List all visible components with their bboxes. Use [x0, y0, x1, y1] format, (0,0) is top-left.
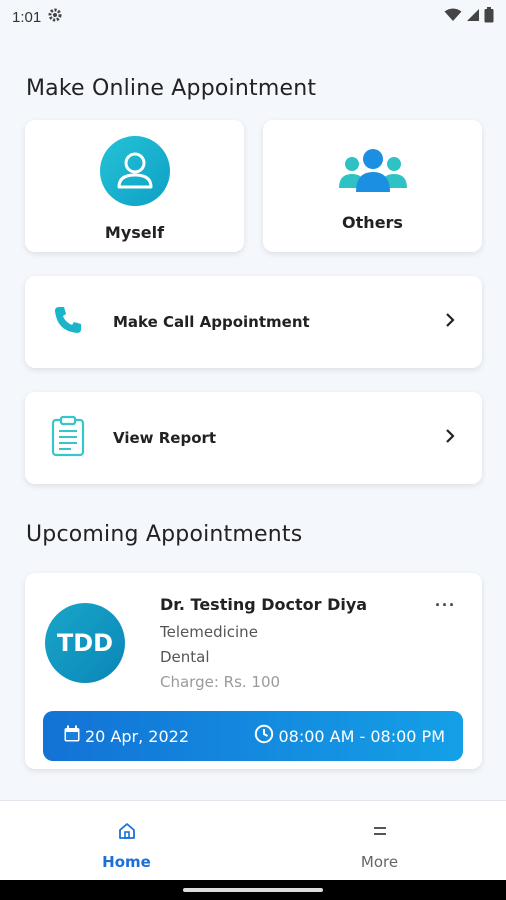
- calendar-icon: [63, 725, 81, 747]
- section-title-upcoming: Upcoming Appointments: [26, 522, 303, 547]
- home-icon: [117, 821, 137, 845]
- appointment-date-text: 20 Apr, 2022: [85, 726, 190, 746]
- myself-label: Myself: [104, 223, 165, 242]
- group-icon: [337, 148, 409, 203]
- make-call-appointment-button[interactable]: Make Call Appointment: [25, 276, 482, 368]
- appointment-card[interactable]: TDD Dr. Testing Doctor Diya ··· Telemedi…: [25, 573, 482, 769]
- clock-icon: [254, 724, 274, 748]
- bottom-navigation: Home More: [0, 800, 506, 880]
- gear-icon: [47, 7, 63, 27]
- make-call-appointment-label: Make Call Appointment: [113, 313, 310, 331]
- chevron-right-icon: [444, 428, 456, 449]
- nav-more-label: More: [360, 853, 399, 871]
- others-tile[interactable]: Others: [263, 120, 482, 252]
- nav-home-label: Home: [102, 853, 151, 871]
- appointment-date: 20 Apr, 2022: [63, 725, 189, 747]
- appointment-charge: Charge: Rs. 100: [160, 673, 281, 691]
- battery-icon: [484, 7, 494, 27]
- doctor-avatar: TDD: [45, 603, 125, 683]
- chevron-right-icon: [444, 312, 456, 333]
- person-icon: [99, 136, 170, 211]
- more-options-icon[interactable]: ···: [435, 595, 456, 616]
- nav-home[interactable]: Home: [0, 801, 253, 880]
- gesture-bar: [0, 880, 506, 900]
- phone-icon: [51, 303, 85, 342]
- others-label: Others: [342, 213, 403, 232]
- status-bar: 1:01: [0, 0, 506, 34]
- appointment-schedule-bar: 20 Apr, 2022 08:00 AM - 08:00 PM: [43, 711, 463, 761]
- section-title-make-online: Make Online Appointment: [26, 76, 317, 101]
- view-report-label: View Report: [113, 429, 217, 447]
- myself-tile[interactable]: Myself: [25, 120, 244, 252]
- clipboard-icon: [51, 415, 85, 462]
- appointment-type: Telemedicine: [160, 623, 258, 641]
- doctor-name: Dr. Testing Doctor Diya: [160, 595, 368, 614]
- nav-more[interactable]: More: [253, 801, 506, 880]
- appointment-department: Dental: [160, 648, 210, 666]
- status-time: 1:01: [12, 8, 42, 26]
- appointment-time-text: 08:00 AM - 08:00 PM: [278, 726, 445, 746]
- appointment-time: 08:00 AM - 08:00 PM: [254, 724, 445, 748]
- view-report-button[interactable]: View Report: [25, 392, 482, 484]
- signal-icon: [466, 8, 480, 26]
- gesture-handle[interactable]: [183, 888, 323, 892]
- menu-icon: [370, 821, 390, 845]
- wifi-icon: [444, 8, 462, 26]
